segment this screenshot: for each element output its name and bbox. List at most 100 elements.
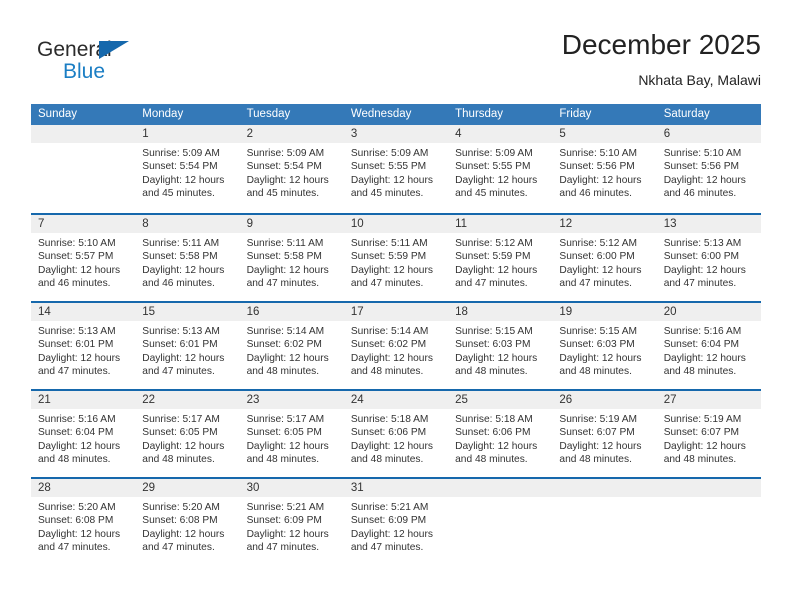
sunrise-text: Sunrise: 5:09 AM bbox=[350, 148, 429, 159]
day-number: 12 bbox=[559, 218, 573, 230]
weekday-header-saturday: Saturday bbox=[663, 108, 710, 120]
sunrise-text: Sunrise: 5:11 AM bbox=[142, 238, 220, 249]
calendar-week-row: 1 Sunrise: 5:09 AM Sunset: 5:54 PM Daylight… bbox=[31, 125, 761, 213]
daylight-text-line1: Daylight: 12 hours bbox=[559, 174, 642, 186]
calendar-day-cell[interactable]: 20 Sunrise: 5:16 AM Sunset: 6:04 PM Dayligh… bbox=[656, 303, 761, 389]
calendar-day-cell[interactable]: 10 Sunrise: 5:11 AM Sunset: 5:59 PM Dayligh… bbox=[343, 215, 449, 301]
calendar-day-cell[interactable]: 29 Sunrise: 5:20 AM Sunset: 6:08 PM Dayligh… bbox=[135, 479, 240, 565]
logo-text-blue: Blue bbox=[63, 60, 106, 83]
daylight-text-line1: Daylight: 12 hours bbox=[663, 352, 746, 364]
day-detail-lines: Sunrise: 5:13 AM Sunset: 6:01 PM Daylight:… bbox=[135, 321, 239, 379]
day-number-band: 12 bbox=[552, 215, 657, 233]
calendar-day-cell[interactable]: 26 Sunrise: 5:19 AM Sunset: 6:07 PM Dayligh… bbox=[552, 391, 657, 477]
day-detail-lines: Sunrise: 5:20 AM Sunset: 6:08 PM Daylight:… bbox=[135, 497, 239, 555]
day-number: 31 bbox=[350, 482, 364, 494]
calendar-day-cell[interactable]: 14 Sunrise: 5:13 AM Sunset: 6:01 PM Dayligh… bbox=[31, 303, 136, 389]
day-number: 16 bbox=[246, 306, 260, 318]
day-detail-lines: Sunrise: 5:15 AM Sunset: 6:03 PM Daylight:… bbox=[448, 321, 552, 379]
calendar-day-cell[interactable]: 24 Sunrise: 5:18 AM Sunset: 6:06 PM Dayligh… bbox=[343, 391, 449, 477]
day-detail-lines: Sunrise: 5:16 AM Sunset: 6:04 PM Daylight:… bbox=[657, 321, 761, 379]
daylight-text-line2: and 46 minutes. bbox=[38, 278, 111, 290]
sunset-text: Sunset: 5:54 PM bbox=[142, 161, 218, 173]
calendar-day-cell[interactable]: 25 Sunrise: 5:18 AM Sunset: 6:06 PM Dayligh… bbox=[448, 391, 553, 477]
day-detail-lines: Sunrise: 5:15 AM Sunset: 6:03 PM Daylight:… bbox=[552, 321, 656, 379]
calendar-day-cell[interactable]: 18 Sunrise: 5:15 AM Sunset: 6:03 PM Dayligh… bbox=[448, 303, 553, 389]
sunset-text: Sunset: 6:08 PM bbox=[142, 515, 218, 527]
daylight-text-line2: and 48 minutes. bbox=[350, 366, 424, 378]
sunrise-text: Sunrise: 5:14 AM bbox=[246, 326, 325, 337]
sunrise-text: Sunrise: 5:09 AM bbox=[455, 148, 533, 159]
daylight-text-line1: Daylight: 12 hours bbox=[38, 352, 121, 364]
calendar-day-cell[interactable]: 8 Sunrise: 5:11 AM Sunset: 5:58 PM Daylight… bbox=[135, 215, 240, 301]
calendar-day-cell[interactable]: 3 Sunrise: 5:09 AM Sunset: 5:55 PM Daylight… bbox=[343, 125, 449, 213]
daylight-text-line2: and 47 minutes. bbox=[142, 542, 215, 554]
calendar-day-cell[interactable]: 17 Sunrise: 5:14 AM Sunset: 6:02 PM Dayligh… bbox=[343, 303, 449, 389]
day-number: 2 bbox=[246, 128, 253, 140]
daylight-text-line1: Daylight: 12 hours bbox=[559, 440, 642, 452]
day-number-band: 19 bbox=[552, 303, 657, 321]
daylight-text-line1: Daylight: 12 hours bbox=[350, 264, 433, 276]
day-number: 8 bbox=[142, 218, 149, 230]
sunrise-text: Sunrise: 5:13 AM bbox=[38, 326, 116, 337]
day-number: 14 bbox=[38, 306, 51, 318]
calendar-day-cell-empty bbox=[552, 479, 657, 565]
sunrise-text: Sunrise: 5:13 AM bbox=[663, 238, 742, 249]
calendar-day-cell[interactable]: 28 Sunrise: 5:20 AM Sunset: 6:08 PM Dayligh… bbox=[31, 479, 136, 565]
weekday-header-friday: Friday bbox=[559, 108, 592, 120]
day-detail-lines: Sunrise: 5:10 AM Sunset: 5:56 PM Daylight:… bbox=[657, 143, 761, 201]
daylight-text-line2: and 47 minutes. bbox=[142, 366, 215, 378]
calendar-day-cell[interactable]: 11 Sunrise: 5:12 AM Sunset: 5:59 PM Dayligh… bbox=[448, 215, 553, 301]
calendar-day-cell[interactable]: 15 Sunrise: 5:13 AM Sunset: 6:01 PM Dayligh… bbox=[135, 303, 240, 389]
calendar-day-cell[interactable]: 31 Sunrise: 5:21 AM Sunset: 6:09 PM Dayligh… bbox=[343, 479, 449, 565]
calendar-day-cell[interactable]: 9 Sunrise: 5:11 AM Sunset: 5:58 PM Daylight… bbox=[239, 215, 344, 301]
sunset-text: Sunset: 5:56 PM bbox=[663, 161, 740, 173]
calendar-day-cell-empty bbox=[31, 125, 136, 213]
day-number: 21 bbox=[38, 394, 51, 406]
calendar-day-cell[interactable]: 22 Sunrise: 5:17 AM Sunset: 6:05 PM Dayligh… bbox=[135, 391, 240, 477]
sunrise-text: Sunrise: 5:17 AM bbox=[142, 414, 220, 425]
calendar-day-cell[interactable]: 16 Sunrise: 5:14 AM Sunset: 6:02 PM Dayligh… bbox=[239, 303, 344, 389]
weekday-header-sunday: Sunday bbox=[38, 108, 78, 120]
page-title: December 2025 bbox=[561, 29, 761, 60]
calendar-day-cell[interactable]: 5 Sunrise: 5:10 AM Sunset: 5:56 PM Daylight… bbox=[552, 125, 657, 213]
calendar-weeks: 1 Sunrise: 5:09 AM Sunset: 5:54 PM Daylight… bbox=[31, 125, 761, 565]
sunrise-text: Sunrise: 5:13 AM bbox=[142, 326, 220, 337]
day-number-band: 16 bbox=[239, 303, 344, 321]
calendar-day-cell[interactable]: 2 Sunrise: 5:09 AM Sunset: 5:54 PM Daylight… bbox=[239, 125, 344, 213]
calendar-day-cell[interactable]: 27 Sunrise: 5:19 AM Sunset: 6:07 PM Dayligh… bbox=[656, 391, 761, 477]
day-detail-lines: Sunrise: 5:20 AM Sunset: 6:08 PM Daylight:… bbox=[31, 497, 135, 555]
day-number-band: 24 bbox=[343, 391, 449, 409]
sunset-text: Sunset: 5:54 PM bbox=[246, 161, 322, 173]
calendar-day-cell[interactable]: 30 Sunrise: 5:21 AM Sunset: 6:09 PM Dayligh… bbox=[239, 479, 344, 565]
sunset-text: Sunset: 5:55 PM bbox=[455, 161, 531, 173]
day-number-band: 1 bbox=[135, 125, 240, 143]
day-number-band: 20 bbox=[656, 303, 761, 321]
day-number-band bbox=[448, 479, 553, 497]
day-detail-lines: Sunrise: 5:17 AM Sunset: 6:05 PM Daylight:… bbox=[240, 409, 344, 467]
daylight-text-line1: Daylight: 12 hours bbox=[246, 440, 329, 452]
calendar-day-cell[interactable]: 19 Sunrise: 5:15 AM Sunset: 6:03 PM Dayligh… bbox=[552, 303, 657, 389]
day-detail-lines: Sunrise: 5:12 AM Sunset: 5:59 PM Daylight:… bbox=[448, 233, 552, 291]
calendar-day-cell[interactable]: 13 Sunrise: 5:13 AM Sunset: 6:00 PM Dayligh… bbox=[656, 215, 761, 301]
calendar-day-cell[interactable]: 1 Sunrise: 5:09 AM Sunset: 5:54 PM Daylight… bbox=[135, 125, 240, 213]
day-detail-lines: Sunrise: 5:09 AM Sunset: 5:55 PM Daylight:… bbox=[344, 143, 448, 201]
calendar-day-cell[interactable]: 23 Sunrise: 5:17 AM Sunset: 6:05 PM Dayligh… bbox=[239, 391, 344, 477]
sunset-text: Sunset: 6:04 PM bbox=[663, 339, 740, 351]
daylight-text-line2: and 48 minutes. bbox=[350, 454, 424, 466]
day-number-band: 2 bbox=[239, 125, 344, 143]
day-number: 29 bbox=[142, 482, 156, 494]
day-number-band bbox=[31, 125, 136, 143]
calendar-day-cell[interactable]: 7 Sunrise: 5:10 AM Sunset: 5:57 PM Daylight… bbox=[31, 215, 136, 301]
daylight-text-line2: and 48 minutes. bbox=[142, 454, 215, 466]
day-number-band: 9 bbox=[239, 215, 344, 233]
day-number-band: 29 bbox=[135, 479, 240, 497]
sunset-text: Sunset: 5:56 PM bbox=[559, 161, 635, 173]
day-number-band: 14 bbox=[31, 303, 136, 321]
sunset-text: Sunset: 6:09 PM bbox=[246, 515, 322, 527]
day-number-band bbox=[656, 479, 761, 497]
calendar-day-cell[interactable]: 6 Sunrise: 5:10 AM Sunset: 5:56 PM Daylight… bbox=[656, 125, 761, 213]
calendar-day-cell[interactable]: 12 Sunrise: 5:12 AM Sunset: 6:00 PM Dayligh… bbox=[552, 215, 657, 301]
day-number: 24 bbox=[350, 394, 364, 406]
calendar-day-cell[interactable]: 4 Sunrise: 5:09 AM Sunset: 5:55 PM Daylight… bbox=[448, 125, 553, 213]
calendar-day-cell[interactable]: 21 Sunrise: 5:16 AM Sunset: 6:04 PM Dayligh… bbox=[31, 391, 136, 477]
